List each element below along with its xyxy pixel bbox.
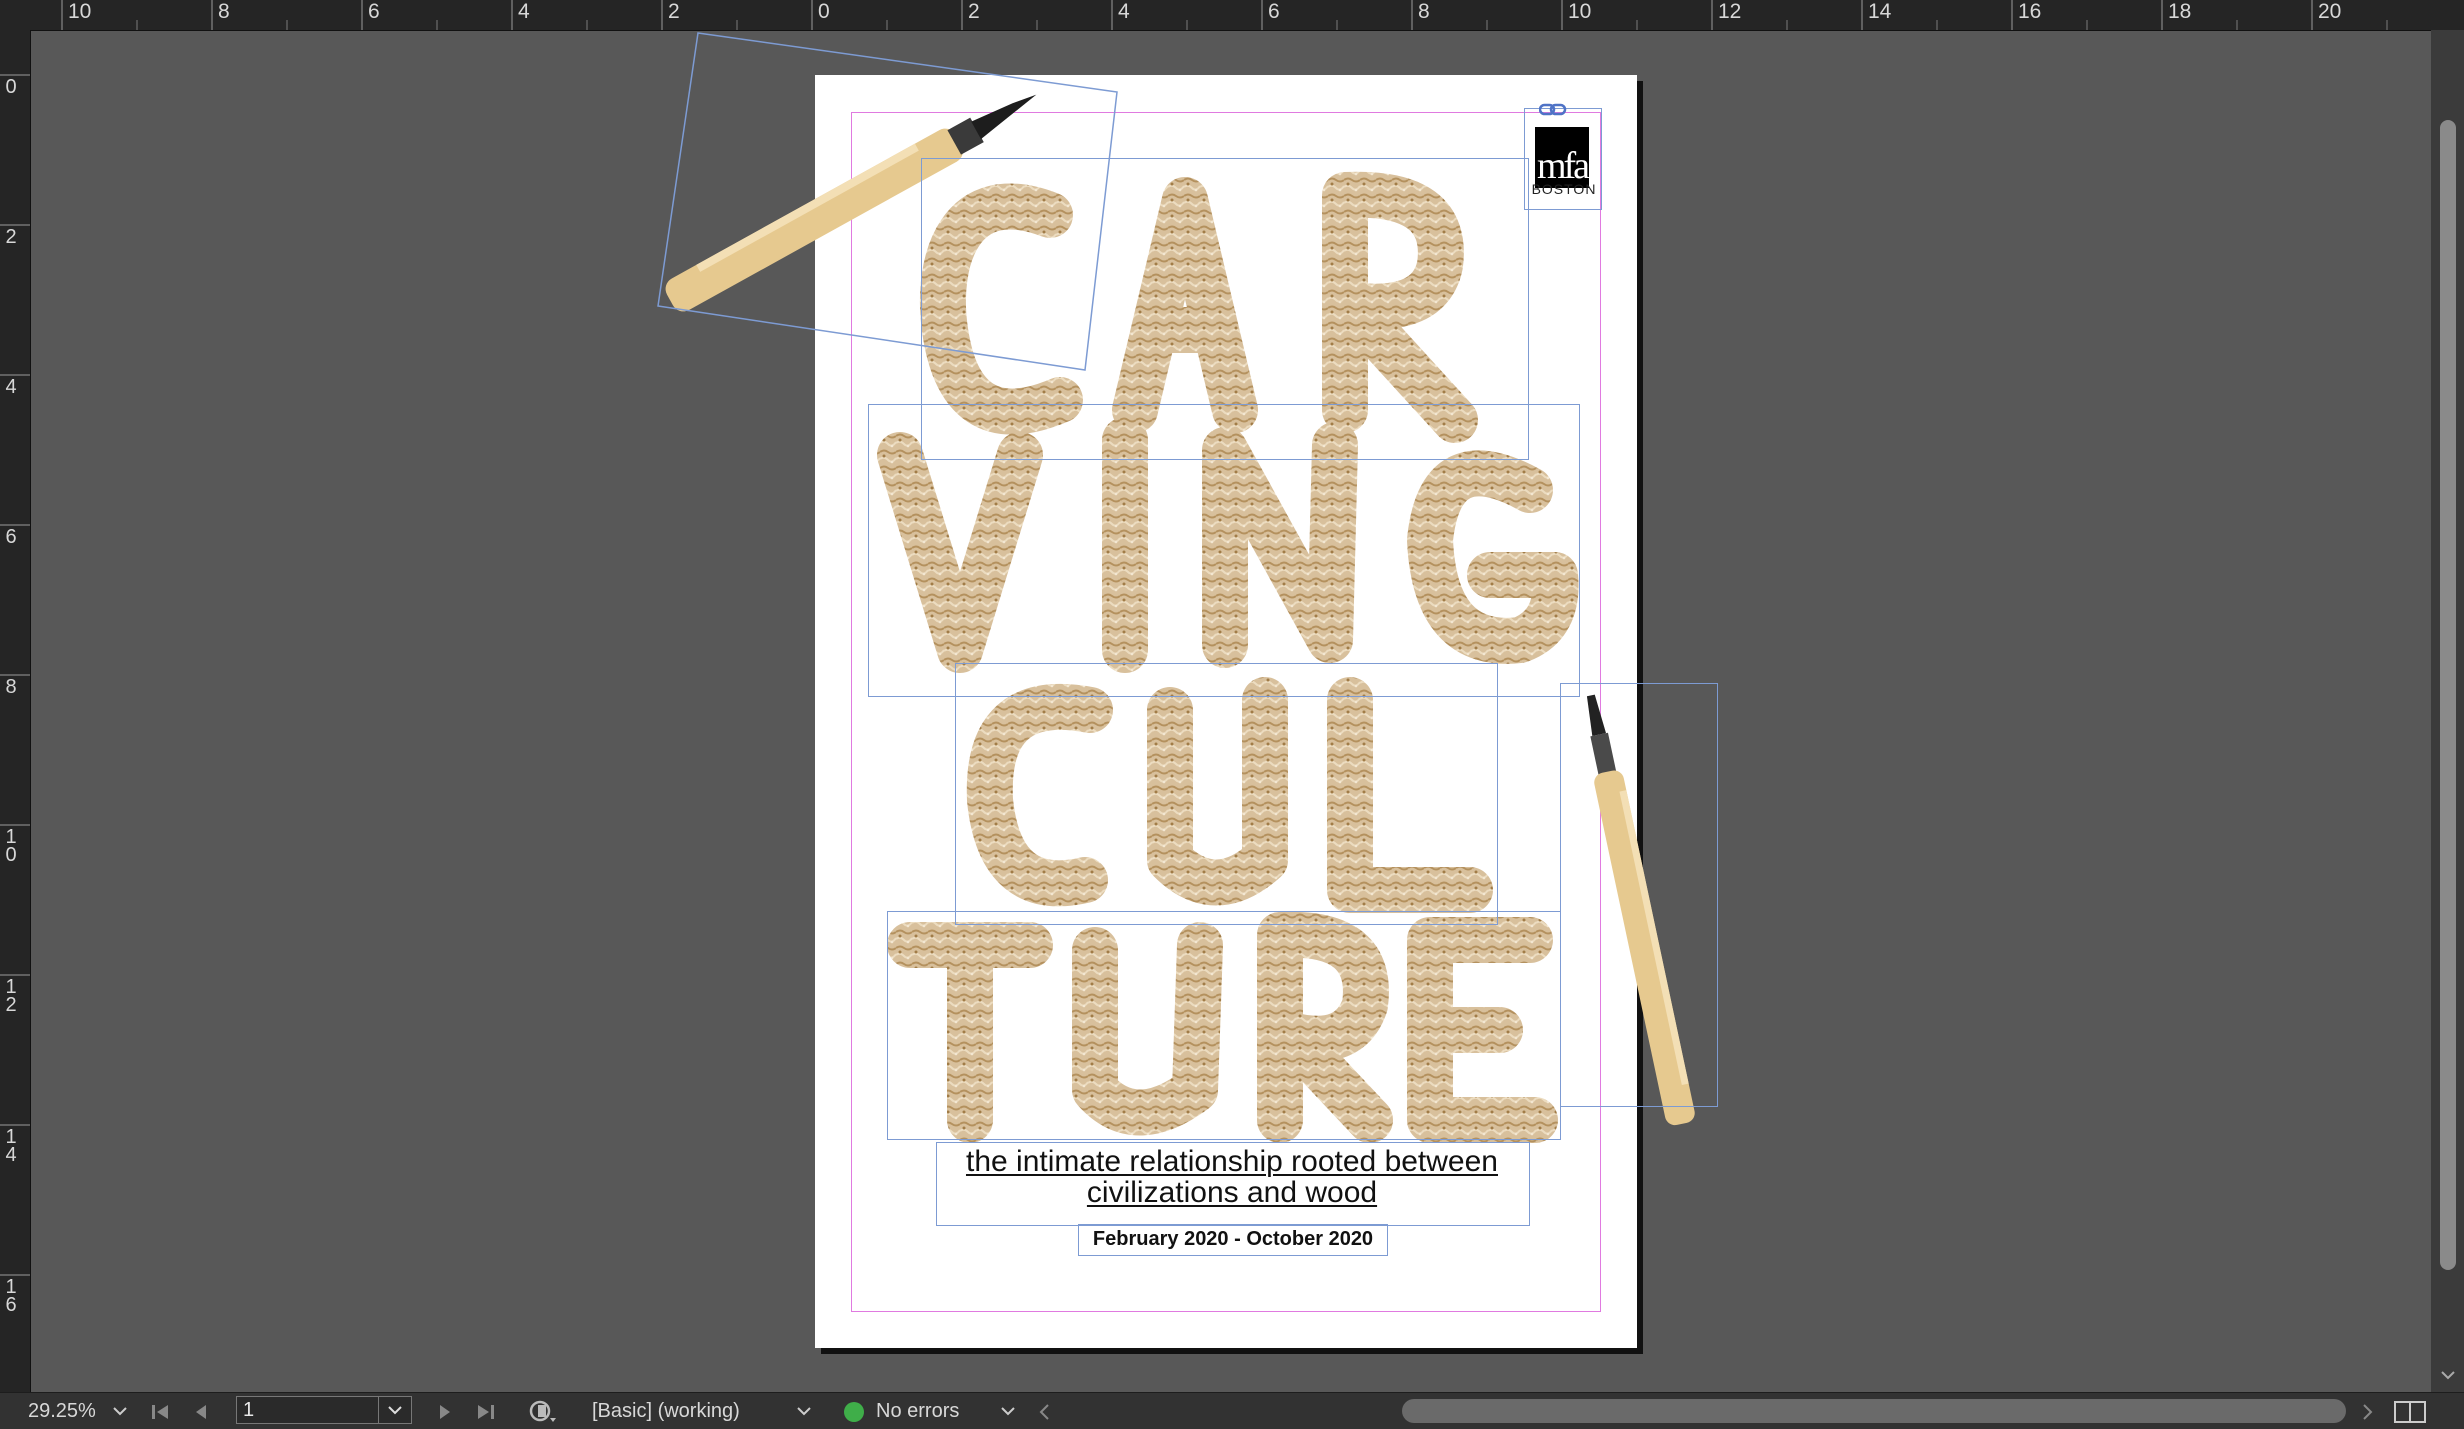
horizontal-scrollbar-thumb[interactable]	[1402, 1399, 2346, 1423]
preflight-status-dot	[844, 1402, 864, 1422]
chevron-down-icon[interactable]	[796, 1406, 812, 1416]
scroll-left-icon[interactable]	[1038, 1403, 1050, 1421]
link-icon[interactable]	[1539, 103, 1567, 117]
image-frame-tool-right[interactable]	[1560, 683, 1718, 1107]
page-number-field[interactable]	[236, 1396, 412, 1424]
subtitle: the intimate relationship rooted between…	[965, 1145, 1498, 1209]
preflight-status[interactable]: No errors	[876, 1393, 959, 1429]
vertical-scrollbar[interactable]	[2431, 30, 2464, 1392]
scroll-down-icon[interactable]	[2441, 1370, 2455, 1380]
preflight-profile[interactable]: [Basic] (working)	[592, 1393, 740, 1429]
divider	[378, 1397, 379, 1423]
vertical-scrollbar-thumb[interactable]	[2440, 120, 2456, 1270]
next-page-icon[interactable]	[437, 1403, 453, 1421]
first-page-icon[interactable]	[150, 1403, 172, 1421]
previous-page-icon[interactable]	[193, 1403, 209, 1421]
status-bar: 29.25% [Basic] (working) No errors	[0, 1392, 2464, 1429]
mfa-logo: mfa	[1535, 127, 1590, 188]
split-view-icon[interactable]	[2393, 1400, 2427, 1424]
chevron-down-icon[interactable]	[387, 1405, 403, 1415]
logo-mark: mfa	[1536, 145, 1590, 187]
image-frame-cul[interactable]	[955, 663, 1498, 925]
last-page-icon[interactable]	[474, 1403, 496, 1421]
image-frame-ving[interactable]	[868, 404, 1580, 697]
chevron-down-icon[interactable]	[112, 1406, 128, 1416]
scroll-right-icon[interactable]	[2362, 1403, 2374, 1421]
image-frame-ture[interactable]	[887, 911, 1561, 1140]
page-number-input[interactable]	[243, 1397, 373, 1423]
zoom-level[interactable]: 29.25%	[28, 1393, 96, 1429]
exhibition-dates: February 2020 - October 2020	[1092, 1228, 1374, 1250]
chevron-down-icon[interactable]	[1000, 1406, 1016, 1416]
preflight-icon[interactable]	[528, 1400, 558, 1424]
logo-location: BOSTON	[1531, 181, 1597, 197]
